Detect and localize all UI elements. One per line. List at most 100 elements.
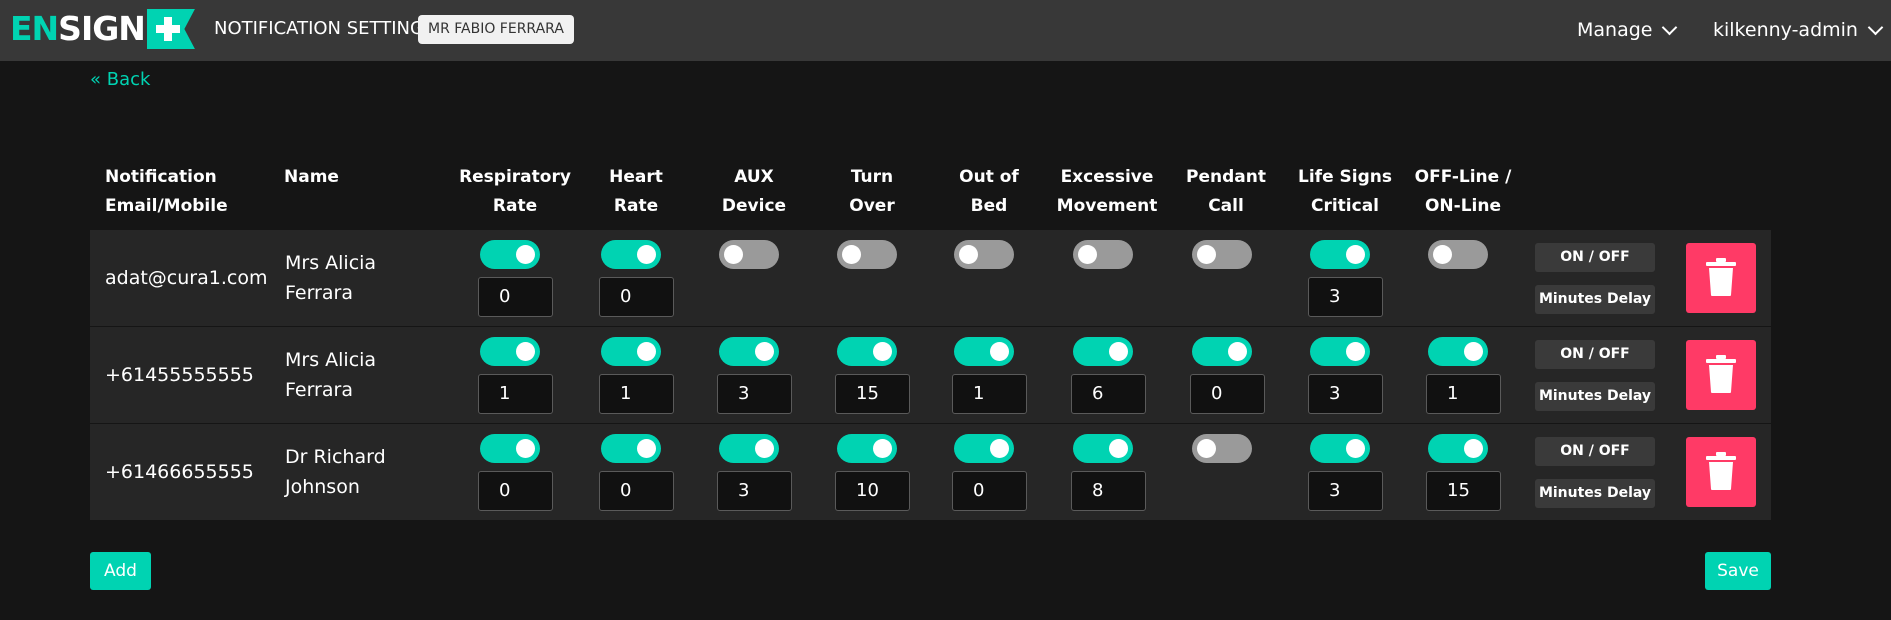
name-cell: Mrs Alicia Ferrara xyxy=(285,252,377,304)
toggle-knob xyxy=(842,245,861,264)
offline-toggle[interactable] xyxy=(1428,434,1488,463)
column-header-contact: Notification Email/Mobile xyxy=(105,167,228,216)
heart-toggle[interactable] xyxy=(601,434,661,463)
lifesigns-toggle[interactable] xyxy=(1310,240,1370,269)
contact-cell: +61466655555 xyxy=(105,461,254,483)
aux-toggle[interactable] xyxy=(719,240,779,269)
lifesigns-delay-input[interactable]: 3 xyxy=(1308,374,1383,414)
patient-name-badge: MR FABIO FERRARA xyxy=(418,15,574,44)
pendant-delay-input[interactable]: 0 xyxy=(1190,374,1265,414)
bed-toggle[interactable] xyxy=(954,240,1014,269)
chevron-down-icon xyxy=(1867,19,1884,35)
user-menu-label: kilkenny-admin xyxy=(1713,19,1858,41)
toggle-knob xyxy=(873,439,892,458)
lifesigns-delay-input[interactable]: 3 xyxy=(1308,277,1383,317)
bed-delay-input[interactable]: 1 xyxy=(952,374,1027,414)
heart-toggle[interactable] xyxy=(601,240,661,269)
respiratory-delay-input[interactable]: 0 xyxy=(478,471,553,511)
delete-row-button[interactable] xyxy=(1686,437,1756,507)
toggle-knob xyxy=(990,439,1009,458)
pendant-toggle[interactable] xyxy=(1192,240,1252,269)
respiratory-toggle[interactable] xyxy=(480,434,540,463)
minutes-delay-button[interactable]: Minutes Delay xyxy=(1535,479,1655,508)
manage-menu[interactable]: Manage xyxy=(1577,19,1678,41)
toggle-knob xyxy=(724,245,743,264)
respiratory-delay-input[interactable]: 1 xyxy=(478,374,553,414)
toggle-knob xyxy=(959,245,978,264)
delete-row-button[interactable] xyxy=(1686,340,1756,410)
turn-toggle[interactable] xyxy=(837,337,897,366)
respiratory-delay-input[interactable]: 0 xyxy=(478,277,553,317)
lifesigns-toggle[interactable] xyxy=(1310,434,1370,463)
toggle-knob xyxy=(755,439,774,458)
heart-delay-input[interactable]: 0 xyxy=(599,277,674,317)
movement-delay-input[interactable]: 8 xyxy=(1071,471,1146,511)
trash-icon xyxy=(1706,258,1736,296)
offline-toggle[interactable] xyxy=(1428,240,1488,269)
add-button[interactable]: Add xyxy=(90,552,151,590)
on-off-all-button[interactable]: ON / OFF xyxy=(1535,340,1655,369)
offline-toggle[interactable] xyxy=(1428,337,1488,366)
on-off-all-button[interactable]: ON / OFF xyxy=(1535,243,1655,272)
cross-icon xyxy=(146,9,195,49)
respiratory-toggle[interactable] xyxy=(480,337,540,366)
aux-delay-input[interactable]: 3 xyxy=(717,471,792,511)
movement-toggle[interactable] xyxy=(1073,240,1133,269)
toggle-knob xyxy=(1197,439,1216,458)
delete-row-button[interactable] xyxy=(1686,243,1756,313)
bed-delay-input[interactable]: 0 xyxy=(952,471,1027,511)
column-header-turn-over: Turn Over xyxy=(849,167,895,216)
minutes-delay-button[interactable]: Minutes Delay xyxy=(1535,382,1655,411)
offline-delay-input[interactable]: 1 xyxy=(1426,374,1501,414)
bed-toggle[interactable] xyxy=(954,434,1014,463)
lifesigns-toggle[interactable] xyxy=(1310,337,1370,366)
turn-toggle[interactable] xyxy=(837,434,897,463)
heart-toggle[interactable] xyxy=(601,337,661,366)
bed-toggle[interactable] xyxy=(954,337,1014,366)
logo-wordmark: ENSIGN xyxy=(10,9,146,48)
movement-toggle[interactable] xyxy=(1073,434,1133,463)
toggle-knob xyxy=(1109,439,1128,458)
ensign-logo[interactable]: ENSIGN xyxy=(10,9,195,49)
toggle-knob xyxy=(637,342,656,361)
toggle-knob xyxy=(1078,245,1097,264)
turn-toggle[interactable] xyxy=(837,240,897,269)
respiratory-toggle[interactable] xyxy=(480,240,540,269)
pendant-toggle[interactable] xyxy=(1192,337,1252,366)
trash-icon xyxy=(1706,355,1736,393)
toggle-knob xyxy=(1346,342,1365,361)
on-off-all-button[interactable]: ON / OFF xyxy=(1535,437,1655,466)
column-header-life-signs-critical: Life Signs Critical xyxy=(1298,167,1392,216)
toggle-knob xyxy=(1433,245,1452,264)
contact-cell: +61455555555 xyxy=(105,364,254,386)
movement-delay-input[interactable]: 6 xyxy=(1071,374,1146,414)
pendant-toggle[interactable] xyxy=(1192,434,1252,463)
minutes-delay-button[interactable]: Minutes Delay xyxy=(1535,285,1655,314)
toggle-knob xyxy=(516,342,535,361)
user-menu[interactable]: kilkenny-admin xyxy=(1713,19,1884,41)
toggle-knob xyxy=(873,342,892,361)
toggle-knob xyxy=(990,342,1009,361)
toggle-knob xyxy=(637,245,656,264)
back-link[interactable]: « Back xyxy=(90,69,150,90)
heart-delay-input[interactable]: 0 xyxy=(599,471,674,511)
offline-delay-input[interactable]: 15 xyxy=(1426,471,1501,511)
aux-delay-input[interactable]: 3 xyxy=(717,374,792,414)
chevron-down-icon xyxy=(1662,19,1678,35)
top-navbar: ENSIGN NOTIFICATION SETTINGS MR FABIO FE… xyxy=(0,0,1891,61)
trash-icon xyxy=(1706,452,1736,490)
save-button[interactable]: Save xyxy=(1705,552,1771,590)
contact-cell: adat@cura1.com xyxy=(105,267,268,289)
toggle-knob xyxy=(637,439,656,458)
toggle-knob xyxy=(1346,439,1365,458)
column-header-respiratory-rate: Respiratory Rate xyxy=(459,167,571,216)
lifesigns-delay-input[interactable]: 3 xyxy=(1308,471,1383,511)
column-header-excessive-movement: Excessive Movement xyxy=(1056,167,1158,216)
aux-toggle[interactable] xyxy=(719,434,779,463)
heart-delay-input[interactable]: 1 xyxy=(599,374,674,414)
aux-toggle[interactable] xyxy=(719,337,779,366)
toggle-knob xyxy=(1464,439,1483,458)
movement-toggle[interactable] xyxy=(1073,337,1133,366)
turn-delay-input[interactable]: 10 xyxy=(835,471,910,511)
turn-delay-input[interactable]: 15 xyxy=(835,374,910,414)
